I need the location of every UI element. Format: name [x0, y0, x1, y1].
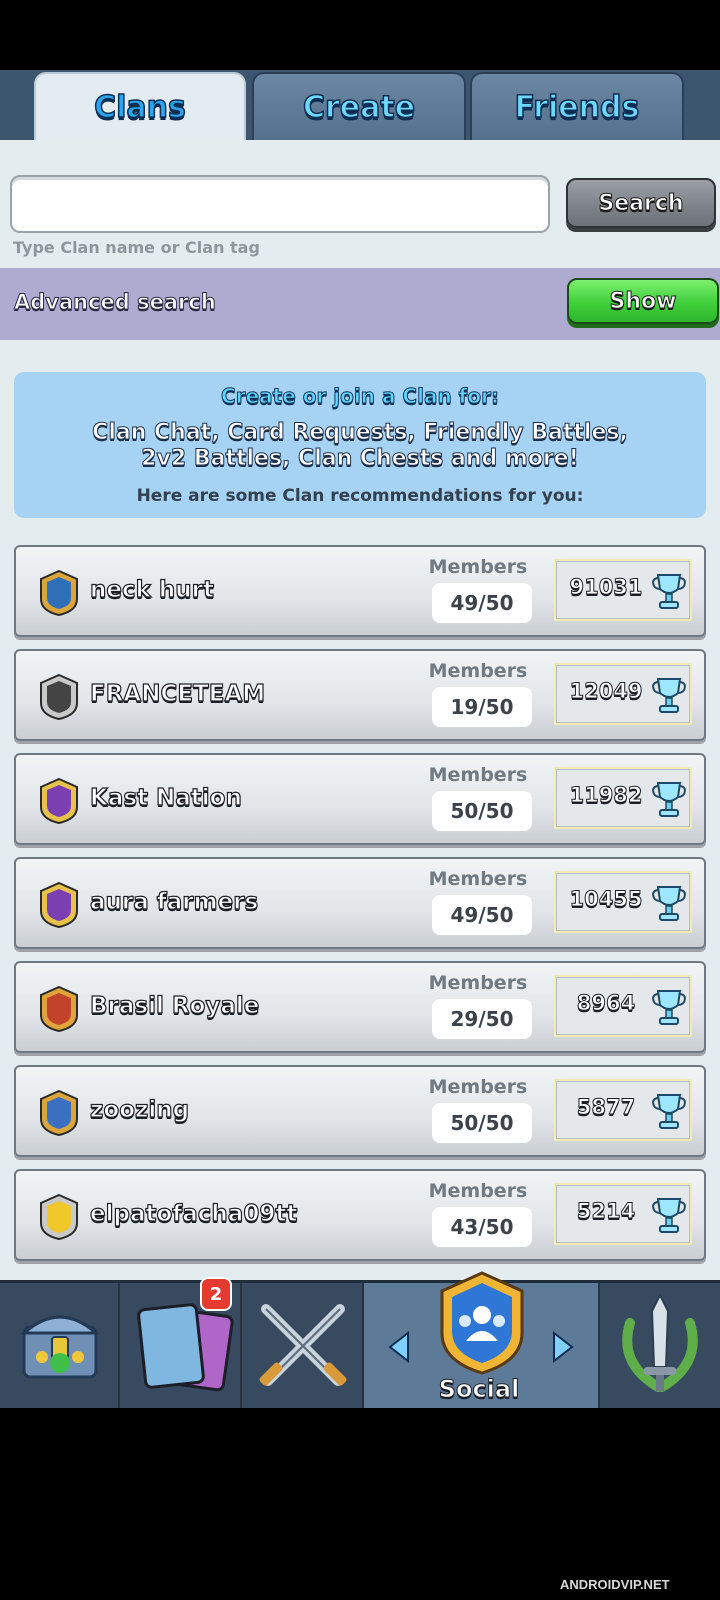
nav-battle[interactable] — [242, 1283, 364, 1408]
trophy-box: 91031 — [554, 559, 692, 621]
tab-create-label: Create — [302, 89, 416, 126]
trophy-box: 11982 — [554, 767, 692, 829]
nav-cards[interactable]: 2 — [120, 1277, 242, 1408]
trophy-count: 5877 — [576, 1095, 636, 1120]
advanced-search-label: Advanced search — [14, 290, 217, 315]
trophy-icon — [652, 886, 686, 921]
trophy-count: 12049 — [569, 679, 643, 704]
members-label: Members — [428, 868, 528, 890]
members-count: 49/50 — [432, 583, 532, 623]
clan-name: neck hurt — [89, 576, 214, 603]
trophy-box: 5214 — [554, 1183, 692, 1245]
members-label: Members — [428, 1076, 528, 1098]
tab-bar: Clans Create Friends — [0, 70, 720, 140]
members-count: 50/50 — [432, 791, 532, 831]
trophy-count: 11982 — [569, 783, 643, 808]
elixir-badge-icon — [40, 777, 78, 825]
trophy-icon — [652, 990, 686, 1025]
trophy-count: 8964 — [576, 991, 636, 1016]
watermark-text: ANDROIDVIP.NET — [560, 1577, 670, 1592]
trophy-count: 91031 — [569, 575, 643, 600]
clan-row[interactable]: Kast Nation Members 50/50 11982 — [14, 753, 706, 845]
chevron-right-icon[interactable] — [550, 1331, 576, 1363]
bottom-nav: 2 Social — [0, 1271, 720, 1408]
members-label: Members — [428, 556, 528, 578]
members-count: 19/50 — [432, 687, 532, 727]
clan-name: aura farmers — [89, 888, 259, 915]
clan-row[interactable]: Brasil Royale Members 29/50 8964 — [14, 961, 706, 1053]
clan-name: elpatofacha09tt — [89, 1200, 298, 1227]
tab-friends-label: Friends — [514, 89, 640, 126]
info-line-1: Clan Chat, Card Requests, Friendly Battl… — [92, 420, 629, 446]
blue-hammer-badge-icon — [40, 569, 78, 617]
tab-clans-label: Clans — [93, 89, 186, 126]
members-label: Members — [428, 660, 528, 682]
social-label: Social — [438, 1375, 520, 1404]
hammer-badge-icon — [40, 1089, 78, 1137]
info-subtitle: Here are some Clan recommendations for y… — [136, 486, 584, 506]
social-icon — [440, 1271, 524, 1375]
trophy-icon — [652, 1198, 686, 1233]
trophy-icon — [652, 1094, 686, 1129]
members-count: 29/50 — [432, 999, 532, 1039]
helmet-badge-icon — [40, 673, 78, 721]
clan-row[interactable]: FRANCETEAM Members 19/50 12049 — [14, 649, 706, 741]
search-hint: Type Clan name or Clan tag — [13, 238, 260, 257]
members-label: Members — [428, 972, 528, 994]
trophy-box: 8964 — [554, 975, 692, 1037]
nav-shop[interactable] — [0, 1283, 120, 1408]
chest-icon — [20, 1315, 100, 1379]
members-count: 49/50 — [432, 895, 532, 935]
trophy-count: 10455 — [569, 887, 643, 912]
trophy-icon — [652, 678, 686, 713]
clan-row[interactable]: zoozing Members 50/50 5877 — [14, 1065, 706, 1157]
cards-notification-badge: 2 — [200, 1277, 232, 1311]
clan-row[interactable]: neck hurt Members 49/50 91031 — [14, 545, 706, 637]
tab-create[interactable]: Create — [252, 72, 466, 140]
info-line-2: 2v2 Battles, Clan Chests and more! — [141, 446, 580, 472]
clan-name: Kast Nation — [89, 784, 242, 811]
members-count: 50/50 — [432, 1103, 532, 1143]
clan-search-panel: Search Type Clan name or Clan tag Advanc… — [0, 140, 720, 1280]
tab-friends[interactable]: Friends — [470, 72, 684, 140]
show-button-label: Show — [609, 288, 677, 314]
sword-laurel-icon — [622, 1292, 698, 1392]
nav-social[interactable]: Social — [364, 1271, 600, 1408]
members-label: Members — [428, 1180, 528, 1202]
members-count: 43/50 — [432, 1207, 532, 1247]
search-button-label: Search — [598, 190, 684, 216]
clan-name: FRANCETEAM — [89, 680, 266, 707]
trophy-box: 12049 — [554, 663, 692, 725]
colombia-badge-icon — [40, 1193, 78, 1241]
clan-row[interactable]: elpatofacha09tt Members 43/50 5214 — [14, 1169, 706, 1261]
trophy-box: 10455 — [554, 871, 692, 933]
trophy-box: 5877 — [554, 1079, 692, 1141]
info-box: Create or join a Clan for: Clan Chat, Ca… — [14, 372, 706, 518]
elixir-badge-icon — [40, 881, 78, 929]
trophy-icon — [652, 574, 686, 609]
trophy-count: 5214 — [576, 1199, 636, 1224]
status-bar-area — [0, 0, 720, 70]
advanced-search-bar: Advanced search Show — [0, 268, 720, 340]
tab-clans[interactable]: Clans — [34, 72, 246, 140]
trophy-icon — [652, 782, 686, 817]
clan-row[interactable]: aura farmers Members 49/50 10455 — [14, 857, 706, 949]
nav-events[interactable] — [600, 1283, 720, 1408]
search-button[interactable]: Search — [566, 178, 716, 228]
info-title: Create or join a Clan for: — [221, 384, 500, 409]
battle-swords-icon — [259, 1304, 347, 1386]
clan-search-input[interactable] — [10, 175, 550, 233]
clan-name: Brasil Royale — [89, 992, 260, 1019]
members-label: Members — [428, 764, 528, 786]
show-button[interactable]: Show — [567, 278, 719, 324]
flag-badge-icon — [40, 985, 78, 1033]
chevron-left-icon[interactable] — [386, 1331, 412, 1363]
clan-name: zoozing — [89, 1096, 190, 1123]
